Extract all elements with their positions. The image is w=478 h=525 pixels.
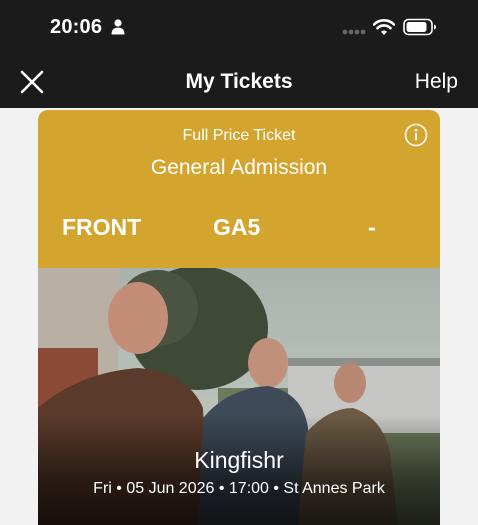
nav-bar: My Tickets Help xyxy=(0,56,478,108)
top-bar: 20:06 My Tickets Help xyxy=(0,0,478,108)
admission-type: General Admission xyxy=(150,156,328,179)
status-time: 20:06 xyxy=(50,16,103,38)
seat-area: GA5 xyxy=(213,214,261,240)
info-icon[interactable] xyxy=(404,123,428,147)
event-image: Kingfishr Fri • 05 Jun 2026 • 17:00 • St… xyxy=(38,268,440,525)
ticket-header: Full Price Ticket General Admission FRON… xyxy=(38,110,440,268)
wifi-icon xyxy=(373,19,395,35)
seat-number: - xyxy=(368,214,376,240)
seat-info: FRONT GA5 - xyxy=(38,214,440,244)
page-title: My Tickets xyxy=(185,70,293,93)
ticket-card[interactable]: Full Price Ticket General Admission FRON… xyxy=(38,110,440,525)
event-details: Fri • 05 Jun 2026 • 17:00 • St Annes Par… xyxy=(93,480,385,497)
help-button[interactable]: Help xyxy=(415,70,458,94)
signal-icon xyxy=(342,29,366,35)
person-icon xyxy=(111,19,125,35)
status-bar: 20:06 xyxy=(0,0,478,56)
battery-icon xyxy=(403,18,436,36)
ticket-type: Full Price Ticket xyxy=(182,127,296,144)
artist-name: Kingfishr xyxy=(194,447,284,473)
seat-section: FRONT xyxy=(62,214,142,240)
